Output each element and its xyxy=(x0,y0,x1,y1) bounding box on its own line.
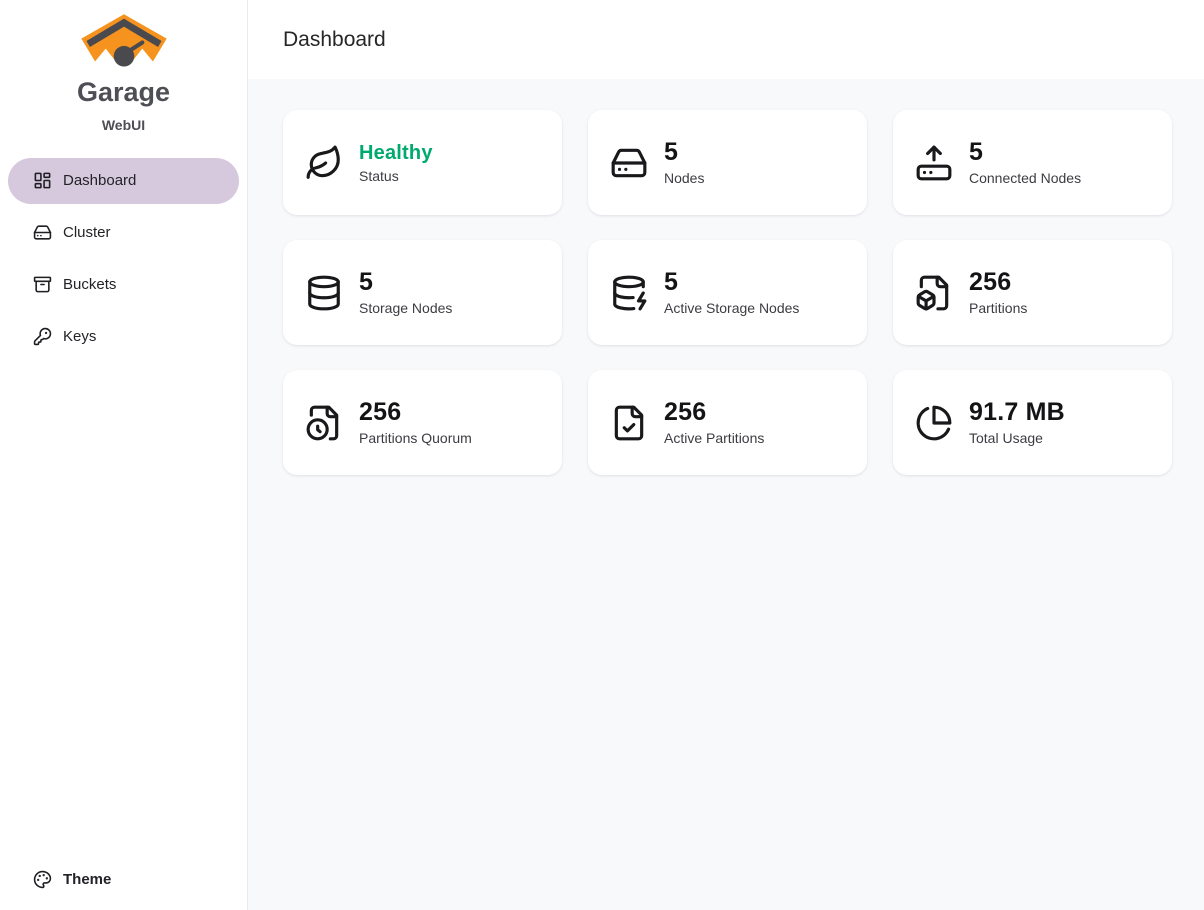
sidebar-item-cluster[interactable]: Cluster xyxy=(8,210,239,256)
garage-logo-icon xyxy=(77,12,171,76)
file-clock-icon xyxy=(305,404,343,442)
sidebar-item-dashboard[interactable]: Dashboard xyxy=(8,158,239,204)
leaf-icon xyxy=(305,144,343,182)
stat-card-partitions: 256 Partitions xyxy=(893,240,1172,345)
stats-grid: Healthy Status 5 Nodes 5 Connected Nodes… xyxy=(283,110,1172,475)
page-header: Dashboard xyxy=(248,0,1204,79)
hard-drive-icon xyxy=(33,223,52,242)
stat-label: Partitions Quorum xyxy=(359,430,472,446)
hard-drive-upload-icon xyxy=(915,144,953,182)
layout-dashboard-icon xyxy=(33,171,52,190)
hard-drive-icon xyxy=(610,144,648,182)
stat-card-total-usage: 91.7 MB Total Usage xyxy=(893,370,1172,475)
stat-value: 5 xyxy=(359,269,452,297)
stat-card-partitions-quorum: 256 Partitions Quorum xyxy=(283,370,562,475)
stat-value: Healthy xyxy=(359,142,433,164)
theme-button[interactable]: Theme xyxy=(0,856,247,902)
stat-value: 256 xyxy=(969,269,1027,297)
sidebar-item-buckets[interactable]: Buckets xyxy=(8,262,239,308)
file-check-icon xyxy=(610,404,648,442)
app-subtitle: WebUI xyxy=(102,117,145,133)
stat-label: Total Usage xyxy=(969,430,1065,446)
stat-value: 256 xyxy=(664,399,764,427)
stat-value: 91.7 MB xyxy=(969,399,1065,427)
stat-value: 5 xyxy=(664,269,799,297)
stat-card-status: Healthy Status xyxy=(283,110,562,215)
stat-card-active-partitions: 256 Active Partitions xyxy=(588,370,867,475)
stat-card-nodes: 5 Nodes xyxy=(588,110,867,215)
database-icon xyxy=(305,274,343,312)
sidebar-item-keys[interactable]: Keys xyxy=(8,314,239,360)
main-area: Dashboard Healthy Status 5 Nodes 5 Conne… xyxy=(248,0,1204,910)
stat-value: 5 xyxy=(969,139,1081,167)
file-box-icon xyxy=(915,274,953,312)
sidebar-item-label: Keys xyxy=(63,328,96,345)
database-zap-icon xyxy=(610,274,648,312)
sidebar-item-label: Buckets xyxy=(63,276,116,293)
theme-label: Theme xyxy=(63,871,111,888)
stat-value: 256 xyxy=(359,399,472,427)
stat-label: Active Storage Nodes xyxy=(664,300,799,316)
logo-area: Garage WebUI xyxy=(0,0,247,133)
stat-label: Storage Nodes xyxy=(359,300,452,316)
sidebar-item-label: Cluster xyxy=(63,224,111,241)
stat-label: Active Partitions xyxy=(664,430,764,446)
app-name: Garage xyxy=(77,78,170,108)
sidebar: Garage WebUI Dashboard Cluster Buckets K… xyxy=(0,0,248,910)
pie-chart-icon xyxy=(915,404,953,442)
sidebar-item-label: Dashboard xyxy=(63,172,136,189)
palette-icon xyxy=(33,870,52,889)
stat-card-connected-nodes: 5 Connected Nodes xyxy=(893,110,1172,215)
page-title: Dashboard xyxy=(283,28,386,52)
stat-label: Nodes xyxy=(664,170,704,186)
content-area: Healthy Status 5 Nodes 5 Connected Nodes… xyxy=(248,79,1204,910)
archive-icon xyxy=(33,275,52,294)
stat-label: Partitions xyxy=(969,300,1027,316)
key-icon xyxy=(33,327,52,346)
stat-card-active-storage-nodes: 5 Active Storage Nodes xyxy=(588,240,867,345)
stat-card-storage-nodes: 5 Storage Nodes xyxy=(283,240,562,345)
sidebar-spacer xyxy=(0,360,247,856)
sidebar-nav: Dashboard Cluster Buckets Keys xyxy=(0,158,247,360)
stat-label: Status xyxy=(359,168,433,184)
stat-label: Connected Nodes xyxy=(969,170,1081,186)
stat-value: 5 xyxy=(664,139,704,167)
